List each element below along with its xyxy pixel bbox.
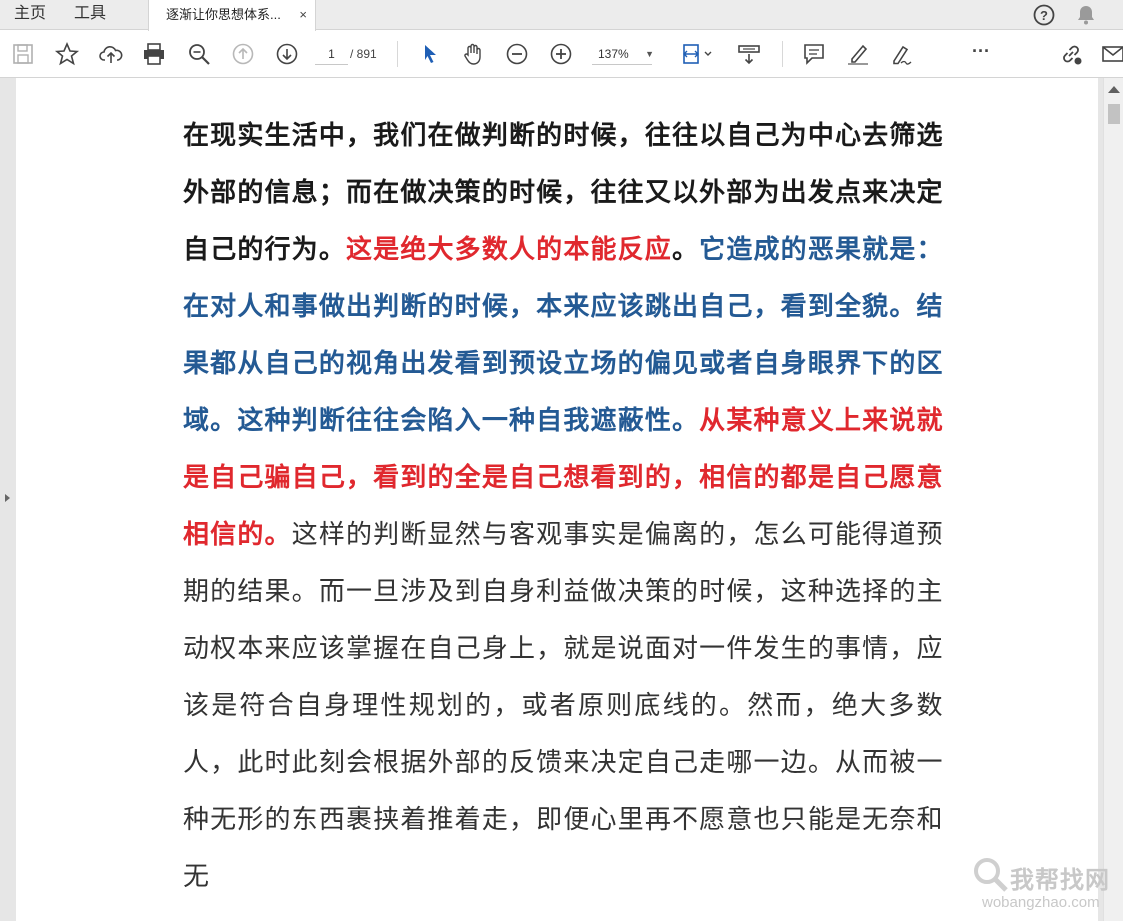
page-total-label: / 891: [350, 47, 377, 61]
zoom-out-icon[interactable]: [504, 41, 530, 67]
select-cursor-icon[interactable]: [417, 41, 443, 67]
menu-tools[interactable]: 工具: [74, 0, 106, 30]
document-tab-title[interactable]: 逐渐让你思想体系...: [166, 0, 291, 29]
zoom-search-icon[interactable]: [186, 41, 212, 67]
page-down-icon[interactable]: [274, 41, 300, 67]
page-number-input[interactable]: 1: [315, 43, 348, 65]
close-tab-icon[interactable]: ×: [299, 0, 307, 29]
pdf-page: 在现实生活中，我们在做判断的时候，往往以自己为中心去筛选外部的信息；而在做决策的…: [16, 78, 1098, 921]
zoom-in-icon[interactable]: [548, 41, 574, 67]
toolbar-divider: [782, 41, 783, 67]
watermark-url: wobangzhao.com: [982, 894, 1100, 911]
zoom-underline: [592, 64, 652, 65]
upload-cloud-icon[interactable]: [98, 41, 124, 67]
more-icon[interactable]: ···: [966, 41, 996, 67]
top-tab-bar: 主页 工具 逐渐让你思想体系... × ?: [0, 0, 1123, 31]
highlight-pen-icon[interactable]: [845, 41, 871, 67]
magnifier-logo-icon: [974, 858, 1008, 892]
save-icon[interactable]: [10, 41, 36, 67]
text-segment-highlight-red: 这是绝大多数人的本能反应: [346, 235, 672, 265]
share-link-icon[interactable]: [1058, 41, 1084, 67]
hand-pan-icon[interactable]: [460, 41, 486, 67]
toolbar-divider: [397, 41, 398, 67]
scroll-mode-icon[interactable]: [736, 41, 762, 67]
email-icon[interactable]: [1100, 41, 1123, 67]
fit-page-icon[interactable]: [680, 41, 716, 67]
zoom-level-dropdown[interactable]: 137% ▼: [592, 43, 660, 65]
document-tab[interactable]: 逐渐让你思想体系... ×: [148, 0, 316, 31]
bell-icon[interactable]: [1074, 3, 1098, 27]
zoom-level-value[interactable]: 137%: [598, 43, 629, 65]
svg-text:?: ?: [1040, 8, 1048, 23]
menu-home[interactable]: 主页: [14, 0, 46, 30]
sign-icon[interactable]: [889, 41, 915, 67]
text-segment: 这样的判断显然与客观事实是偏离的，怎么可能得道预期的结果。而一旦涉及到自身利益做…: [183, 520, 943, 892]
watermark-logo: 我帮找网 wobangzhao.com: [968, 848, 1123, 921]
help-icon[interactable]: ?: [1032, 3, 1056, 27]
page-up-icon[interactable]: [230, 41, 256, 67]
scroll-up-arrow-icon[interactable]: [1108, 86, 1120, 93]
scroll-thumb[interactable]: [1108, 104, 1120, 124]
text-segment: 。: [671, 235, 700, 265]
main-toolbar: 1 / 891 137% ▼ ···: [0, 31, 1123, 78]
vertical-scrollbar[interactable]: [1103, 78, 1123, 921]
print-icon[interactable]: [141, 41, 167, 67]
left-panel-toggle-icon[interactable]: [2, 491, 12, 505]
bookmark-star-icon[interactable]: [54, 41, 80, 67]
document-body-text: 在现实生活中，我们在做判断的时候，往往以自己为中心去筛选外部的信息；而在做决策的…: [183, 108, 943, 906]
watermark-brand: 我帮找网: [1010, 866, 1110, 894]
document-viewport[interactable]: 在现实生活中，我们在做判断的时候，往往以自己为中心去筛选外部的信息；而在做决策的…: [0, 78, 1123, 921]
comment-icon[interactable]: [801, 41, 827, 67]
chevron-down-icon[interactable]: ▼: [645, 43, 654, 65]
